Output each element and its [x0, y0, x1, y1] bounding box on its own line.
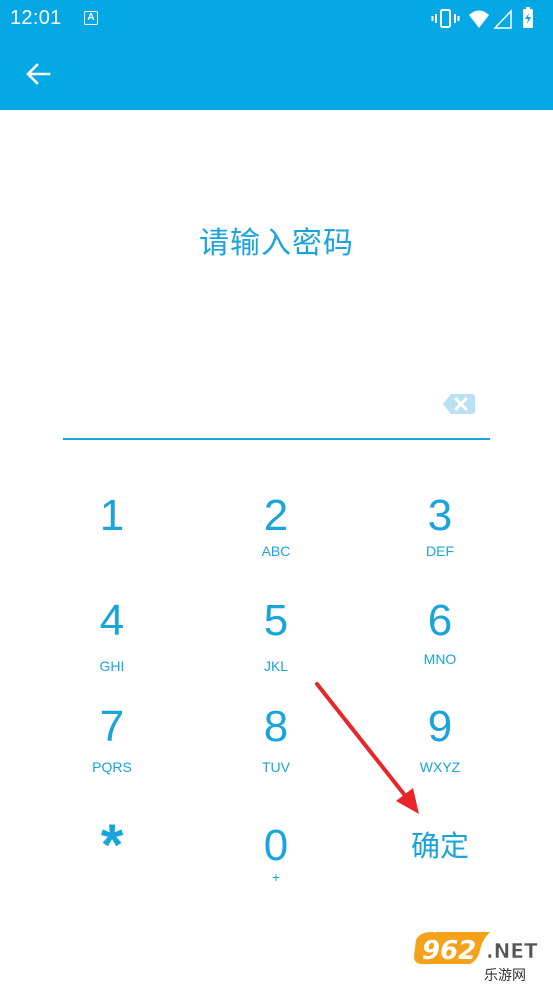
- signal-icon: [493, 9, 512, 29]
- password-underline: [63, 438, 490, 440]
- watermark-logo: 962 .NET 乐游网: [410, 926, 553, 984]
- confirm-label: 确定: [410, 829, 469, 863]
- app-bar: [0, 38, 553, 110]
- key-star[interactable]: *: [47, 810, 177, 906]
- key-letters: +: [271, 869, 281, 885]
- wifi-icon: [469, 10, 489, 28]
- key-letters: DEF: [426, 543, 454, 559]
- svg-text:.NET: .NET: [486, 939, 538, 963]
- confirm-button[interactable]: 确定: [375, 810, 505, 906]
- arrow-left-icon: [26, 63, 51, 85]
- key-digit: 4: [99, 596, 125, 645]
- password-field[interactable]: [63, 385, 432, 425]
- key-digit: 3: [427, 491, 453, 540]
- vibrate-icon: [431, 9, 460, 28]
- battery-charging-icon: [523, 7, 533, 28]
- backspace-icon: [443, 394, 475, 414]
- annotation-arrow-shaft: [315, 682, 409, 800]
- key-digit: *: [100, 813, 124, 878]
- key-letters: ABC: [261, 543, 291, 559]
- key-digit: 7: [99, 702, 125, 751]
- key-digit: 1: [99, 491, 125, 540]
- key-letters: PQRS: [92, 759, 132, 775]
- status-time: 12:01: [10, 7, 62, 29]
- key-digit: 5: [263, 596, 289, 645]
- key-letters: MNO: [423, 651, 457, 667]
- key-0[interactable]: 0 +: [211, 810, 341, 906]
- clear-button[interactable]: [442, 392, 476, 416]
- back-button[interactable]: [18, 56, 58, 92]
- status-bar: 12:01 A: [0, 0, 553, 38]
- key-digit: 2: [263, 491, 289, 540]
- a-badge-icon: A: [84, 11, 98, 25]
- key-1[interactable]: 1: [47, 488, 177, 584]
- key-letters: GHI: [99, 658, 125, 674]
- key-2[interactable]: 2 ABC: [211, 488, 341, 584]
- page-title: 请输入密码: [199, 226, 354, 261]
- status-icons: [431, 7, 533, 29]
- key-7[interactable]: 7 PQRS: [47, 702, 177, 798]
- svg-text:乐游网: 乐游网: [484, 968, 526, 983]
- key-letters: JKL: [263, 658, 289, 674]
- key-4[interactable]: 4 GHI: [47, 596, 177, 692]
- key-digit: 0: [263, 821, 289, 870]
- key-3[interactable]: 3 DEF: [375, 488, 505, 584]
- key-digit: 6: [427, 596, 453, 645]
- svg-text:962: 962: [422, 936, 476, 966]
- annotation-arrow-head: [396, 788, 419, 814]
- annotation-arrow: [315, 682, 419, 814]
